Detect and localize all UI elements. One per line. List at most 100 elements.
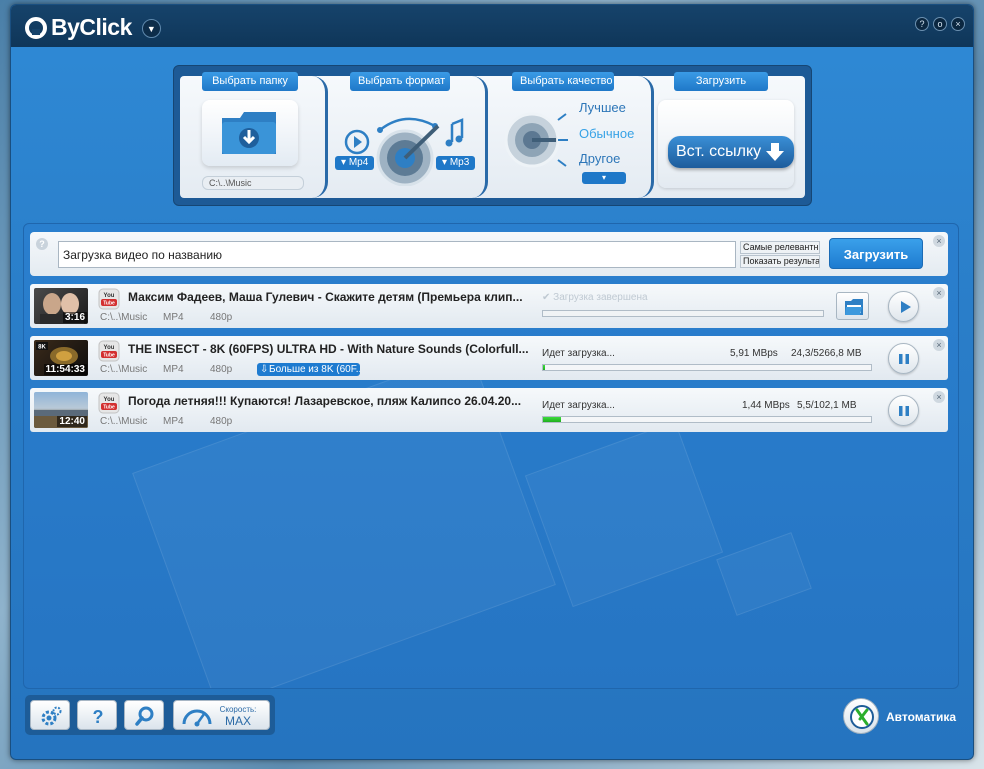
- progress-bar: [542, 416, 872, 423]
- svg-text:You: You: [104, 397, 115, 403]
- progress-bar: [542, 310, 824, 317]
- settings-panel-inner: Выбрать папку C:\..\Music Выбрать формат: [180, 72, 805, 198]
- speed-button[interactable]: Скорость: MAX: [173, 700, 270, 730]
- auto-icon: [850, 705, 874, 729]
- play-button[interactable]: [888, 291, 919, 322]
- sort-relevant-option[interactable]: Самые релевантные: [740, 241, 820, 254]
- help-window-button[interactable]: ?: [915, 17, 929, 31]
- tab-choose-quality[interactable]: Выбрать качество: [512, 72, 614, 91]
- progress-fill: [543, 365, 545, 370]
- pause-button[interactable]: [888, 343, 919, 374]
- speed-label: Скорость:: [219, 705, 257, 714]
- svg-text:8K: 8K: [38, 345, 46, 351]
- play-icon: [901, 301, 911, 313]
- quality-normal-option[interactable]: Обычное: [579, 126, 634, 141]
- paste-link-button[interactable]: Вст. ссылку: [668, 136, 794, 168]
- download-format: MP4: [163, 312, 184, 323]
- video-format-select[interactable]: ▾ Mp4: [335, 156, 375, 170]
- settings-panel: Выбрать папку C:\..\Music Выбрать формат: [173, 65, 812, 206]
- download-arrow-icon: [766, 143, 784, 161]
- close-icon[interactable]: ×: [933, 287, 945, 299]
- tab-choose-format[interactable]: Выбрать формат: [350, 72, 450, 91]
- close-icon[interactable]: ×: [933, 339, 945, 351]
- svg-text:You: You: [104, 345, 115, 351]
- video-title: THE INSECT - 8K (60FPS) ULTRA HD - With …: [128, 342, 528, 356]
- choose-folder-button[interactable]: [202, 100, 298, 166]
- title-bar[interactable]: ByClick ▼ ? o ×: [11, 5, 973, 47]
- download-size: 5,5/102,1 MB: [797, 400, 857, 411]
- downloads-area: ? Самые релевантные Показать результаты …: [23, 223, 959, 689]
- video-duration: 12:40: [57, 416, 87, 427]
- search-input[interactable]: [58, 241, 736, 268]
- audio-format-label: Mp3: [449, 157, 470, 168]
- video-thumbnail[interactable]: 12:40: [34, 392, 88, 428]
- tab-download[interactable]: Загрузить: [674, 72, 768, 91]
- menu-dropdown-button[interactable]: ▼: [141, 19, 161, 38]
- auto-mode-label[interactable]: Автоматика: [886, 710, 956, 724]
- audio-format-select[interactable]: ▾ Mp3: [436, 156, 476, 170]
- download-size: 24,3/5266,8 MB: [791, 348, 862, 359]
- download-status: Идет загрузка...: [542, 348, 615, 359]
- download-quality: 480p: [210, 364, 233, 375]
- format-dial-icon: [344, 117, 464, 186]
- svg-text:Tube: Tube: [103, 405, 115, 411]
- pause-icon: [899, 406, 909, 416]
- speedometer-icon: [182, 709, 212, 727]
- quality-dropdown-button[interactable]: ▾: [582, 172, 626, 184]
- close-button[interactable]: ×: [951, 17, 965, 31]
- close-icon[interactable]: ×: [933, 235, 945, 247]
- video-thumbnail[interactable]: 8K 11:54:33: [34, 340, 88, 376]
- help-icon[interactable]: ?: [36, 238, 48, 250]
- speed-value: MAX: [224, 714, 251, 728]
- app-title: ByClick: [51, 14, 132, 40]
- download-status-text: Загрузка завершена: [553, 292, 648, 303]
- svg-text:Tube: Tube: [103, 353, 115, 359]
- search-button[interactable]: [124, 700, 164, 730]
- download-row[interactable]: 3:16 You Tube Максим Фадеев, Маша Гулеви…: [30, 284, 948, 328]
- youtube-icon: You Tube: [98, 340, 120, 362]
- search-download-button[interactable]: Загрузить: [829, 238, 923, 269]
- download-path: C:\..\Music: [100, 364, 148, 375]
- video-thumbnail[interactable]: 3:16: [34, 288, 88, 324]
- download-format: MP4: [163, 364, 184, 375]
- quality-other-option[interactable]: Другое: [579, 151, 620, 166]
- svg-text:?: ?: [93, 707, 104, 727]
- app-window: ByClick ▼ ? o × Выбрать папку C:\..\Musi…: [10, 4, 974, 760]
- folder-download-icon: [222, 112, 276, 154]
- video-title: Погода летняя!!! Купаются! Лазаревское, …: [128, 394, 522, 408]
- open-folder-button[interactable]: [836, 292, 869, 320]
- window-controls: ? o ×: [915, 17, 965, 31]
- download-status: Идет загрузка...: [542, 400, 615, 411]
- help-button[interactable]: ?: [77, 700, 117, 730]
- minimize-button[interactable]: o: [933, 17, 947, 31]
- svg-text:You: You: [104, 293, 115, 299]
- progress-fill: [543, 417, 561, 422]
- app-logo: ByClick ▼: [25, 14, 161, 41]
- download-path: C:\..\Music: [100, 312, 148, 323]
- more-from-channel-button[interactable]: ⇩ Больше из 8K (60F...: [257, 363, 360, 376]
- settings-button[interactable]: [30, 700, 70, 730]
- youtube-icon: You Tube: [98, 288, 120, 310]
- close-icon[interactable]: ×: [933, 391, 945, 403]
- paste-link-label: Вст. ссылку: [676, 143, 762, 160]
- pause-icon: [899, 354, 909, 364]
- section-divider: [312, 76, 328, 198]
- auto-mode-button[interactable]: [843, 698, 879, 734]
- download-row[interactable]: 8K 11:54:33 You Tube THE INSECT - 8K (60…: [30, 336, 948, 380]
- help-icon: ?: [93, 707, 104, 727]
- quality-knob-icon: [504, 112, 568, 168]
- download-quality: 480p: [210, 312, 233, 323]
- quality-best-option[interactable]: Лучшее: [579, 100, 626, 115]
- pause-button[interactable]: [888, 395, 919, 426]
- folder-icon: [845, 299, 863, 315]
- video-duration: 3:16: [62, 312, 87, 323]
- folder-path-field[interactable]: C:\..\Music: [202, 176, 304, 190]
- video-title: Максим Фадеев, Маша Гулевич - Скажите де…: [128, 290, 523, 304]
- download-small-icon: ⇩: [260, 364, 269, 375]
- download-row[interactable]: 12:40 You Tube Погода летняя!!! Купаются…: [30, 388, 948, 432]
- background-decoration: [524, 420, 724, 608]
- bottom-toolbar: ? Скорость: MAX: [25, 695, 275, 735]
- sort-results-option[interactable]: Показать результаты: [740, 255, 820, 268]
- tab-choose-folder[interactable]: Выбрать папку: [202, 72, 298, 91]
- download-status: ✔ Загрузка завершена: [542, 292, 648, 303]
